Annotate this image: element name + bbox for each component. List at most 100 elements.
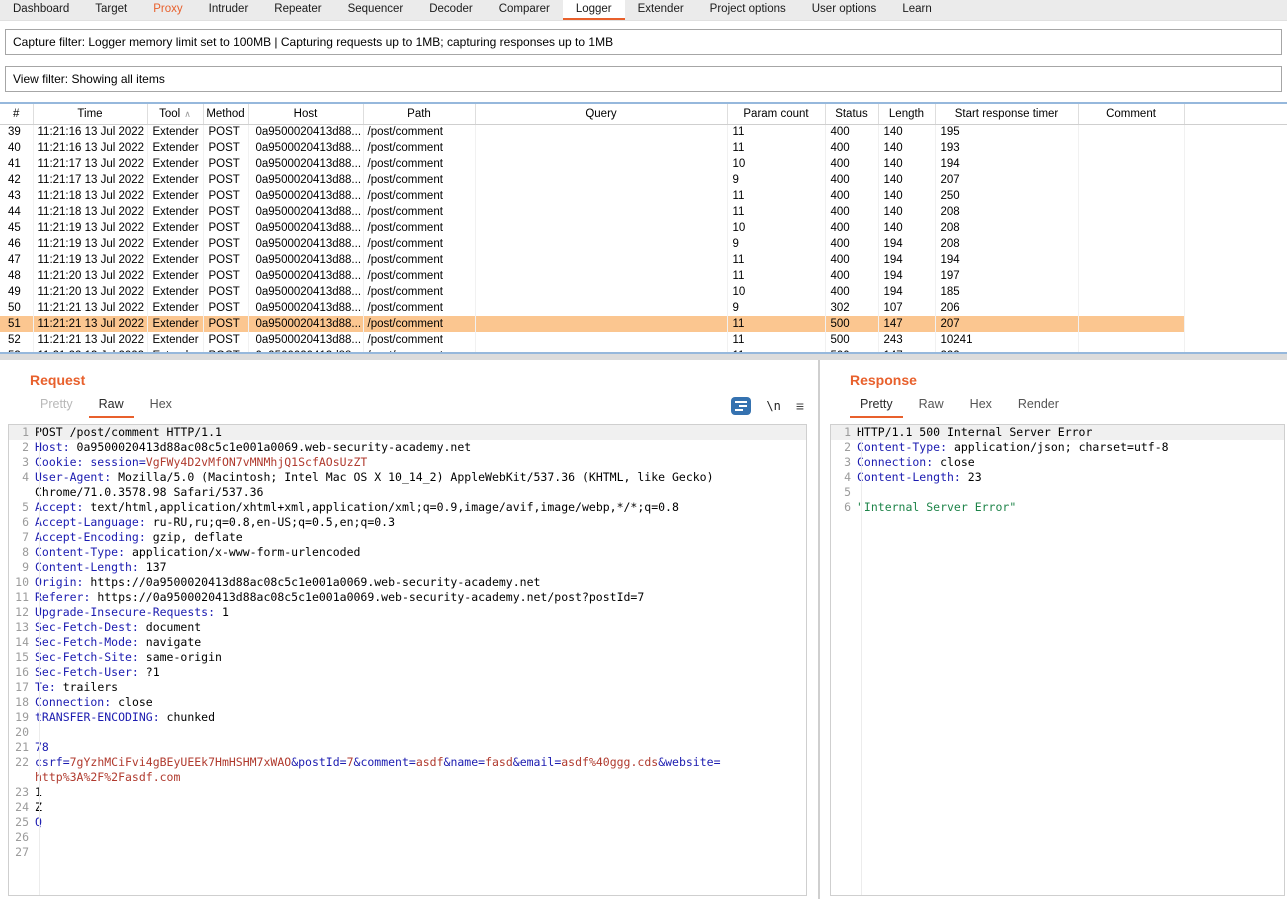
line-number: 26 (9, 830, 35, 845)
column-header-path[interactable]: Path (363, 104, 475, 124)
capture-filter-bar[interactable]: Capture filter: Logger memory limit set … (5, 29, 1282, 55)
line-number (9, 485, 35, 500)
cell-filler (1184, 236, 1287, 252)
cell-host: 0a9500020413d88... (248, 188, 363, 204)
column-header-tool[interactable]: Tool∧ (147, 104, 203, 124)
log-row-41[interactable]: 4111:21:17 13 Jul 2022ExtenderPOST0a9500… (0, 156, 1287, 172)
column-header-id[interactable]: # (0, 104, 33, 124)
column-header-start-response-timer[interactable]: Start response timer (935, 104, 1078, 124)
column-header-status[interactable]: Status (825, 104, 878, 124)
cell-filler (1184, 156, 1287, 172)
response-tab-pretty[interactable]: Pretty (850, 394, 903, 418)
request-tab-pretty: Pretty (30, 394, 83, 418)
cell-timer: 194 (935, 252, 1078, 268)
code-line: 6"Internal Server Error" (831, 500, 1284, 515)
column-header-host[interactable]: Host (248, 104, 363, 124)
cell-length: 194 (878, 252, 935, 268)
log-row-51[interactable]: 5111:21:21 13 Jul 2022ExtenderPOST0a9500… (0, 316, 1287, 332)
response-tab-raw[interactable]: Raw (909, 394, 954, 418)
code-text (35, 830, 806, 845)
line-number: 20 (9, 725, 35, 740)
request-editor[interactable]: 1POST /post/comment HTTP/1.12Host: 0a950… (8, 424, 807, 896)
log-row-45[interactable]: 4511:21:19 13 Jul 2022ExtenderPOST0a9500… (0, 220, 1287, 236)
code-segment: Origin: (35, 575, 83, 589)
line-number: 12 (9, 605, 35, 620)
column-header-query[interactable]: Query (475, 104, 727, 124)
cell-timer: 185 (935, 284, 1078, 300)
menu-tab-decoder[interactable]: Decoder (416, 0, 485, 20)
line-number: 6 (831, 500, 857, 515)
log-row-39[interactable]: 3911:21:16 13 Jul 2022ExtenderPOST0a9500… (0, 124, 1287, 140)
request-tab-raw[interactable]: Raw (89, 394, 134, 418)
cell-status: 400 (825, 220, 878, 236)
cell-id: 49 (0, 284, 33, 300)
log-row-42[interactable]: 4211:21:17 13 Jul 2022ExtenderPOST0a9500… (0, 172, 1287, 188)
column-header-comment[interactable]: Comment (1078, 104, 1184, 124)
code-text: "Internal Server Error" (857, 500, 1284, 515)
cell-comment (1078, 156, 1184, 172)
cell-path: /post/comment (363, 252, 475, 268)
menu-tab-dashboard[interactable]: Dashboard (0, 0, 82, 20)
menu-tab-proxy[interactable]: Proxy (140, 0, 195, 20)
cell-method: POST (203, 300, 248, 316)
code-text: http%3A%2F%2Fasdf.com (35, 770, 806, 785)
request-panel-title: Request (30, 372, 818, 388)
newline-toggle-icon[interactable]: \n (766, 399, 780, 413)
column-header-time[interactable]: Time (33, 104, 147, 124)
request-tabs-row: PrettyRawHex \n ≡ (30, 394, 808, 418)
menu-tab-target[interactable]: Target (82, 0, 140, 20)
log-row-50[interactable]: 5011:21:21 13 Jul 2022ExtenderPOST0a9500… (0, 300, 1287, 316)
menu-tab-user-options[interactable]: User options (799, 0, 890, 20)
column-header-length[interactable]: Length (878, 104, 935, 124)
cell-id: 47 (0, 252, 33, 268)
editor-menu-icon[interactable]: ≡ (796, 398, 804, 414)
cell-length: 194 (878, 284, 935, 300)
cell-query (475, 284, 727, 300)
menu-tab-repeater[interactable]: Repeater (261, 0, 334, 20)
log-row-52[interactable]: 5211:21:21 13 Jul 2022ExtenderPOST0a9500… (0, 332, 1287, 348)
code-text: Accept: text/html,application/xhtml+xml,… (35, 500, 806, 515)
log-row-49[interactable]: 4911:21:20 13 Jul 2022ExtenderPOST0a9500… (0, 284, 1287, 300)
code-segment: same-origin (139, 650, 222, 664)
column-header-method[interactable]: Method (203, 104, 248, 124)
code-line: 7Accept-Encoding: gzip, deflate (9, 530, 806, 545)
menu-tab-project-options[interactable]: Project options (697, 0, 799, 20)
column-header-param-count[interactable]: Param count (727, 104, 825, 124)
response-tab-render[interactable]: Render (1008, 394, 1069, 418)
cell-filler (1184, 332, 1287, 348)
code-text: Chrome/71.0.3578.98 Safari/537.36 (35, 485, 806, 500)
menu-tab-intruder[interactable]: Intruder (196, 0, 262, 20)
log-row-40[interactable]: 4011:21:16 13 Jul 2022ExtenderPOST0a9500… (0, 140, 1287, 156)
code-text: Sec-Fetch-User: ?1 (35, 665, 806, 680)
code-text: Connection: close (857, 455, 1284, 470)
response-editor[interactable]: 1HTTP/1.1 500 Internal Server Error2Cont… (830, 424, 1285, 896)
code-line: 27 (9, 845, 806, 860)
response-tab-hex[interactable]: Hex (960, 394, 1002, 418)
log-row-43[interactable]: 4311:21:18 13 Jul 2022ExtenderPOST0a9500… (0, 188, 1287, 204)
cell-tool: Extender (147, 300, 203, 316)
view-filter-bar[interactable]: View filter: Showing all items (5, 66, 1282, 92)
menu-tab-logger[interactable]: Logger (563, 0, 625, 20)
column-label: Time (77, 108, 102, 120)
cell-timer: 208 (935, 236, 1078, 252)
menu-tab-learn[interactable]: Learn (889, 0, 944, 20)
menu-tab-extender[interactable]: Extender (625, 0, 697, 20)
log-row-44[interactable]: 4411:21:18 13 Jul 2022ExtenderPOST0a9500… (0, 204, 1287, 220)
code-segment: User-Agent: (35, 470, 111, 484)
cell-timer: 206 (935, 300, 1078, 316)
code-segment: &email= (513, 755, 561, 769)
code-segment: Accept-Language: (35, 515, 146, 529)
menu-tab-sequencer[interactable]: Sequencer (335, 0, 417, 20)
log-row-46[interactable]: 4611:21:19 13 Jul 2022ExtenderPOST0a9500… (0, 236, 1287, 252)
code-line: 6Accept-Language: ru-RU,ru;q=0.8,en-US;q… (9, 515, 806, 530)
code-text: tRANSFER-ENCODING: chunked (35, 710, 806, 725)
log-row-48[interactable]: 4811:21:20 13 Jul 2022ExtenderPOST0a9500… (0, 268, 1287, 284)
code-text (35, 725, 806, 740)
pretty-print-icon[interactable] (731, 397, 751, 415)
log-row-47[interactable]: 4711:21:19 13 Jul 2022ExtenderPOST0a9500… (0, 252, 1287, 268)
cell-status: 400 (825, 140, 878, 156)
code-text: Host: 0a9500020413d88ac08c5c1e001a0069.w… (35, 440, 806, 455)
column-header-filler (1184, 104, 1287, 124)
menu-tab-comparer[interactable]: Comparer (486, 0, 563, 20)
request-tab-hex[interactable]: Hex (140, 394, 182, 418)
